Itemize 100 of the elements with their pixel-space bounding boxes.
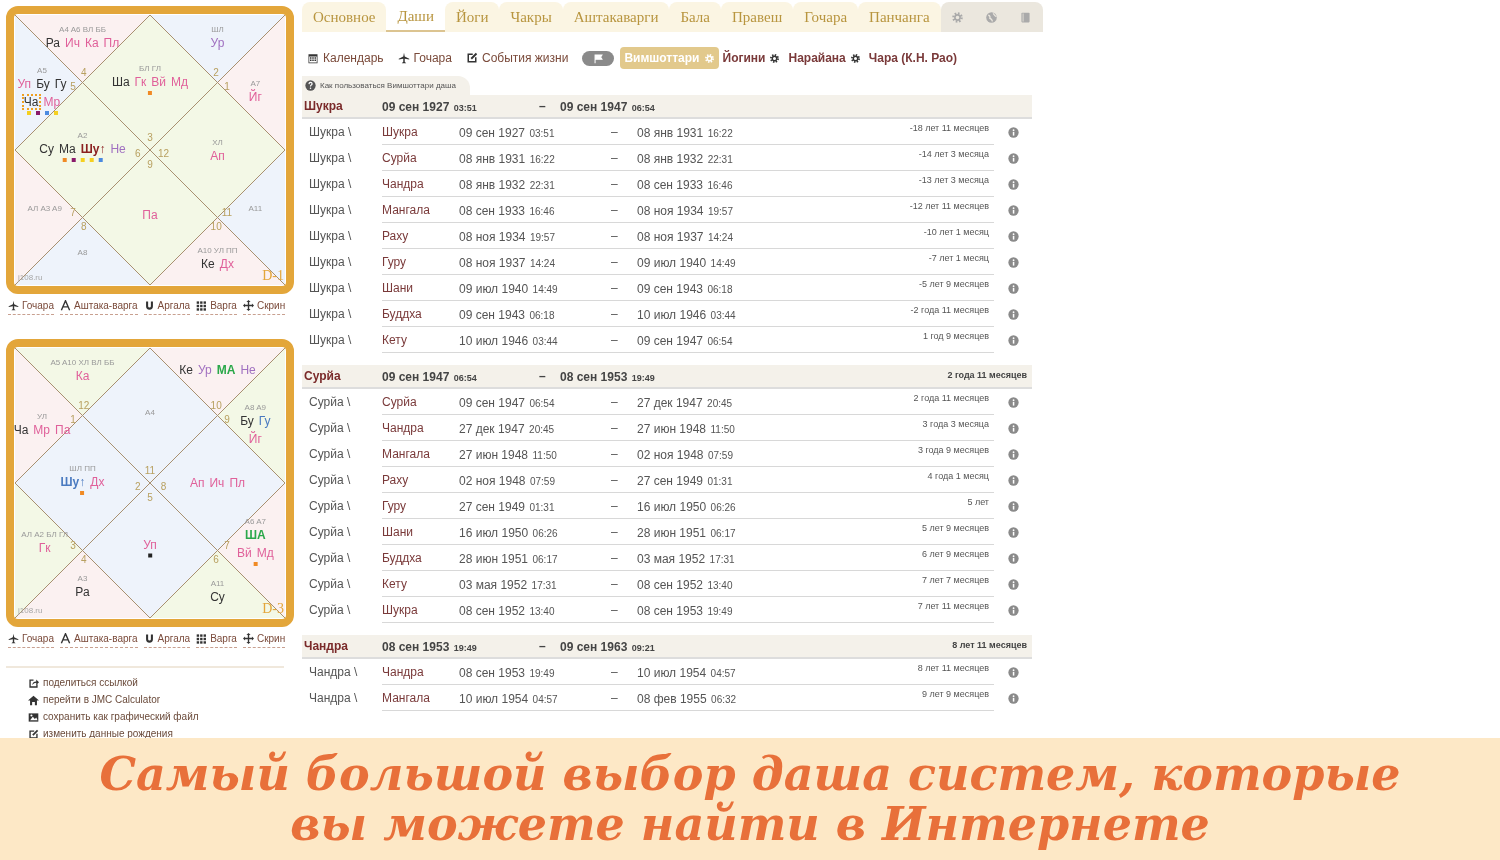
- duration-cell-text: -12 лет 11 месяцев: [908, 200, 990, 213]
- date-cell-text: 08 ноя 1934 19:57: [637, 202, 734, 220]
- table-cell-text: Сурйа \: [309, 472, 352, 489]
- planet-cell[interactable]: Шани: [382, 278, 459, 297]
- sidebar-link[interactable]: перейти в JMC Calculator: [28, 693, 300, 707]
- dasha-system-button[interactable]: Йогини: [722, 49, 781, 67]
- planet-cell[interactable]: Кету: [382, 574, 459, 593]
- settings-icon: [951, 10, 965, 24]
- planet-label[interactable]: Шу↑: [60, 476, 86, 489]
- sidebar-link[interactable]: поделиться ссылкой: [28, 676, 300, 690]
- planet-label[interactable]: Ра: [45, 36, 61, 49]
- planet-label[interactable]: Ча: [23, 95, 39, 108]
- planet-cell[interactable]: Сурйа: [382, 148, 459, 167]
- group-header-row[interactable]: Чандра 08 сен 1953 19:49 – 09 сен 1963 09:21 8 лет 11 месяцев: [302, 635, 1032, 659]
- help-tab[interactable]: Как пользоваться Вимшоттари даша: [302, 76, 470, 95]
- planet-cell[interactable]: Шукра: [382, 600, 459, 619]
- table-cell-text: Чандра \: [309, 690, 359, 707]
- planet-label[interactable]: Ма: [58, 143, 76, 156]
- planet-label[interactable]: Ур: [210, 36, 225, 49]
- planet-cell[interactable]: Чандра: [382, 418, 459, 437]
- chart-tool-link[interactable]: Аштака-варга: [60, 631, 138, 648]
- planet-label[interactable]: Су: [210, 590, 225, 603]
- date-cell-text: 27 сен 1949 01:31: [459, 498, 556, 516]
- chart-tool-link[interactable]: Аргала: [143, 298, 191, 315]
- house-label: A11: [248, 205, 263, 214]
- house-label: A3: [77, 574, 88, 583]
- date-cell-text: 09 сен 1943 06:18: [459, 306, 556, 324]
- sign-number: 6: [135, 149, 141, 160]
- chart-tool-link[interactable]: Варга: [196, 298, 237, 315]
- dash-separator: –: [611, 175, 619, 193]
- chart-tool-link[interactable]: Аргала: [143, 631, 191, 648]
- planet-cell[interactable]: Раху: [382, 226, 459, 245]
- planet-cell[interactable]: Мангала: [382, 688, 459, 707]
- date-cell-text: 08 сен 1953 19:49: [382, 639, 478, 656]
- duration-cell-text: 3 года 3 месяца: [921, 418, 990, 431]
- table-cell-text: Сурйа \: [309, 602, 352, 619]
- date-cell-text: 09 сен 1943 06:18: [637, 280, 734, 298]
- dasha-system-button[interactable]: Чара (К.Н. Рао): [868, 49, 958, 67]
- planet-cell[interactable]: Буддха: [382, 304, 459, 323]
- book-icon: [1019, 10, 1033, 24]
- duration-cell-text: 7 лет 7 месяцев: [921, 574, 990, 587]
- date-cell-text: 08 фев 1955 06:32: [637, 690, 738, 708]
- planet-label[interactable]: Ша: [111, 75, 130, 88]
- planet-cell[interactable]: Гуру: [382, 252, 459, 271]
- toolbar-link[interactable]: Гочара: [397, 49, 452, 67]
- table-cell-text: Шукра \: [309, 124, 353, 141]
- planet-label[interactable]: Ра: [75, 585, 90, 598]
- sidebar-link[interactable]: сохранить как графический файл: [28, 710, 300, 724]
- planet-label[interactable]: Бу: [36, 77, 50, 90]
- planet-cell[interactable]: Сурйа: [382, 392, 459, 411]
- planet-label[interactable]: Ур: [197, 363, 212, 376]
- sidebar-link[interactable]: изменить данные рождения: [28, 727, 300, 741]
- group-header-row[interactable]: Сурйа 09 сен 1947 06:54 – 08 сен 1953 19:49 2 года 11 месяцев: [302, 365, 1032, 389]
- planet-cell[interactable]: Гуру: [382, 496, 459, 515]
- sign-number: 1: [70, 414, 76, 425]
- planet-label[interactable]: Бу: [240, 414, 254, 427]
- planet-cell[interactable]: Буддха: [382, 548, 459, 567]
- group-header-row[interactable]: Шукра 09 сен 1927 03:51 – 09 сен 1947 06:54: [302, 95, 1032, 119]
- chart-tool-link[interactable]: Аштака-варга: [60, 298, 138, 315]
- toolbar-link[interactable]: Календарь: [307, 49, 384, 67]
- planet-label[interactable]: Су: [39, 143, 54, 156]
- dash-separator: –: [611, 549, 619, 567]
- duration-cell-text: 3 года 9 месяцев: [916, 444, 990, 457]
- sign-number: 4: [81, 554, 87, 565]
- image-icon: [28, 711, 39, 723]
- sign-number: 5: [70, 81, 76, 92]
- chart-tool-link[interactable]: Скрин: [242, 298, 286, 315]
- planet-cell[interactable]: Шукра: [382, 122, 459, 141]
- chart-tool-link[interactable]: Гочара: [8, 298, 54, 315]
- planet-cell[interactable]: Чандра: [382, 174, 459, 193]
- toolbar-link[interactable]: События жизни: [465, 49, 569, 67]
- info-icon: [1007, 666, 1019, 678]
- chart-tool-link[interactable]: Скрин: [242, 631, 286, 648]
- planet-label[interactable]: Ке: [179, 363, 193, 376]
- planet-label[interactable]: Гу: [54, 77, 67, 90]
- planet-cell[interactable]: Чандра: [382, 662, 459, 681]
- chart-tool-link[interactable]: Варга: [196, 631, 237, 648]
- planet-label[interactable]: Шу↑: [80, 143, 106, 156]
- table-cell-text: Шукра \: [309, 202, 353, 219]
- dash-separator: –: [611, 279, 619, 297]
- date-cell-text: 09 сен 1947 06:54: [459, 394, 556, 412]
- date-cell-text: 08 сен 1953 19:49: [560, 369, 656, 386]
- duration-cell-text: 6 лет 9 месяцев: [921, 548, 990, 561]
- date-cell-text: 16 июл 1950 06:26: [637, 498, 737, 516]
- chart-tool-link[interactable]: Гочара: [8, 631, 54, 648]
- planet-cell[interactable]: Раху: [382, 470, 459, 489]
- planet-cell[interactable]: Шани: [382, 522, 459, 541]
- planet-cell[interactable]: Мангала: [382, 444, 459, 463]
- planet-label[interactable]: Не: [110, 143, 126, 156]
- planet-cell[interactable]: Мангала: [382, 200, 459, 219]
- planet-label[interactable]: Ча: [13, 423, 29, 436]
- flag-toggle[interactable]: [582, 50, 615, 66]
- date-cell-text: 10 июл 1946 03:44: [459, 332, 559, 350]
- planet-cell[interactable]: Кету: [382, 330, 459, 349]
- banner-caption: вы можете найти в Интернете: [290, 799, 1210, 849]
- dasha-system-button[interactable]: Нарайана: [788, 49, 861, 67]
- sign-number: 11: [221, 208, 233, 219]
- planet-label[interactable]: Гу: [258, 414, 271, 427]
- dash-separator: –: [611, 123, 619, 141]
- planet-label[interactable]: Ке: [201, 257, 215, 270]
